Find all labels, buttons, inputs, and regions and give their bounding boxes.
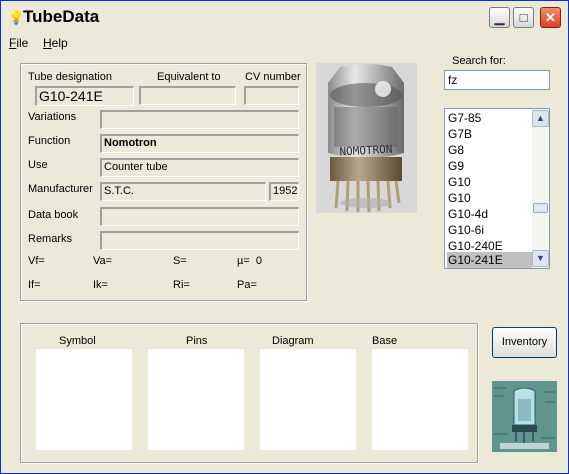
list-item[interactable]: G7B bbox=[447, 126, 532, 142]
chevron-up-icon: ▲ bbox=[536, 113, 545, 123]
base-panel bbox=[372, 349, 468, 450]
remarks-label: Remarks bbox=[28, 233, 73, 245]
menu-file[interactable]: File bbox=[9, 36, 28, 50]
symbol-label: Symbol bbox=[59, 335, 96, 347]
close-button[interactable]: ✕ bbox=[540, 7, 561, 28]
symbol-panel bbox=[36, 349, 132, 450]
app-logo bbox=[492, 381, 557, 452]
scroll-down-button[interactable]: ▼ bbox=[532, 250, 549, 267]
variations-label: Variations bbox=[28, 111, 77, 123]
list-item[interactable]: G10 bbox=[447, 174, 532, 190]
menu-bar: File Help bbox=[1, 33, 568, 53]
cv-number-label: CV number bbox=[245, 71, 301, 83]
app-window: 💡 TubeData ▁ □ ✕ File Help Tube designat… bbox=[0, 0, 569, 474]
remarks-field[interactable] bbox=[100, 231, 299, 250]
param-pa: Pa= bbox=[237, 279, 257, 291]
function-field[interactable]: Nomotron bbox=[100, 134, 299, 153]
designation-field[interactable]: G10-241E bbox=[35, 86, 134, 106]
param-if: If= bbox=[28, 279, 41, 291]
search-label: Search for: bbox=[452, 55, 506, 67]
param-s: S= bbox=[173, 255, 187, 267]
pins-panel bbox=[148, 349, 244, 450]
close-icon: ✕ bbox=[545, 10, 556, 25]
list-item[interactable]: G10 bbox=[447, 190, 532, 206]
list-item[interactable]: G9 bbox=[447, 158, 532, 174]
base-label: Base bbox=[372, 335, 398, 347]
diagram-panel bbox=[260, 349, 356, 450]
equivalent-label: Equivalent to bbox=[157, 71, 221, 83]
scroll-up-button[interactable]: ▲ bbox=[532, 110, 549, 127]
param-vf: Vf= bbox=[28, 255, 45, 267]
search-input[interactable] bbox=[444, 70, 550, 90]
manufacturer-label: Manufacturer bbox=[28, 183, 93, 195]
param-ri: Ri= bbox=[173, 279, 190, 291]
function-label: Function bbox=[28, 135, 71, 147]
list-scrollbar[interactable]: ▲ ▼ bbox=[532, 109, 549, 268]
param-va: Va= bbox=[93, 255, 113, 267]
window-title: TubeData bbox=[23, 7, 100, 26]
variations-field[interactable] bbox=[100, 110, 299, 129]
pins-label: Pins bbox=[186, 335, 208, 347]
minimize-button[interactable]: ▁ bbox=[489, 7, 510, 28]
cv-number-field[interactable] bbox=[244, 86, 299, 105]
designation-label: Tube designation bbox=[28, 71, 112, 83]
databook-label: Data book bbox=[28, 209, 79, 221]
diagram-label: Diagram bbox=[272, 335, 314, 347]
equivalent-field[interactable] bbox=[139, 86, 236, 105]
list-item[interactable]: G8 bbox=[447, 142, 532, 158]
title-bar[interactable]: 💡 TubeData ▁ □ ✕ bbox=[1, 1, 568, 31]
use-label: Use bbox=[28, 159, 48, 171]
inventory-button[interactable]: Inventory bbox=[492, 327, 557, 358]
scroll-thumb[interactable] bbox=[533, 203, 548, 213]
tube-listbox[interactable]: G7-85 G7B G8 G9 G10 G10 G10-4d G10-6i G1… bbox=[444, 108, 550, 269]
minimize-icon: ▁ bbox=[494, 10, 505, 25]
maximize-icon: □ bbox=[519, 10, 528, 25]
menu-help[interactable]: Help bbox=[43, 36, 68, 50]
list-item[interactable]: G7-85 bbox=[447, 110, 532, 126]
param-ik: Ik= bbox=[93, 279, 108, 291]
chevron-down-icon: ▼ bbox=[536, 253, 545, 263]
list-item[interactable]: G10-4d bbox=[447, 206, 532, 222]
tube-photo: NOMOTRON bbox=[316, 63, 417, 213]
tube-print: NOMOTRON bbox=[339, 143, 393, 159]
databook-field[interactable] bbox=[100, 207, 299, 226]
list-item[interactable]: G10-6i bbox=[447, 222, 532, 238]
manufacturer-field[interactable]: S.T.C. bbox=[100, 182, 266, 201]
use-field[interactable]: Counter tube bbox=[100, 158, 299, 177]
param-mu: µ= 0 bbox=[237, 255, 263, 267]
list-item-selected[interactable]: G10-241E bbox=[447, 252, 532, 268]
year-field[interactable]: 1952 bbox=[269, 182, 299, 201]
maximize-button[interactable]: □ bbox=[513, 7, 534, 28]
lightbulb-icon: 💡 bbox=[8, 10, 25, 25]
